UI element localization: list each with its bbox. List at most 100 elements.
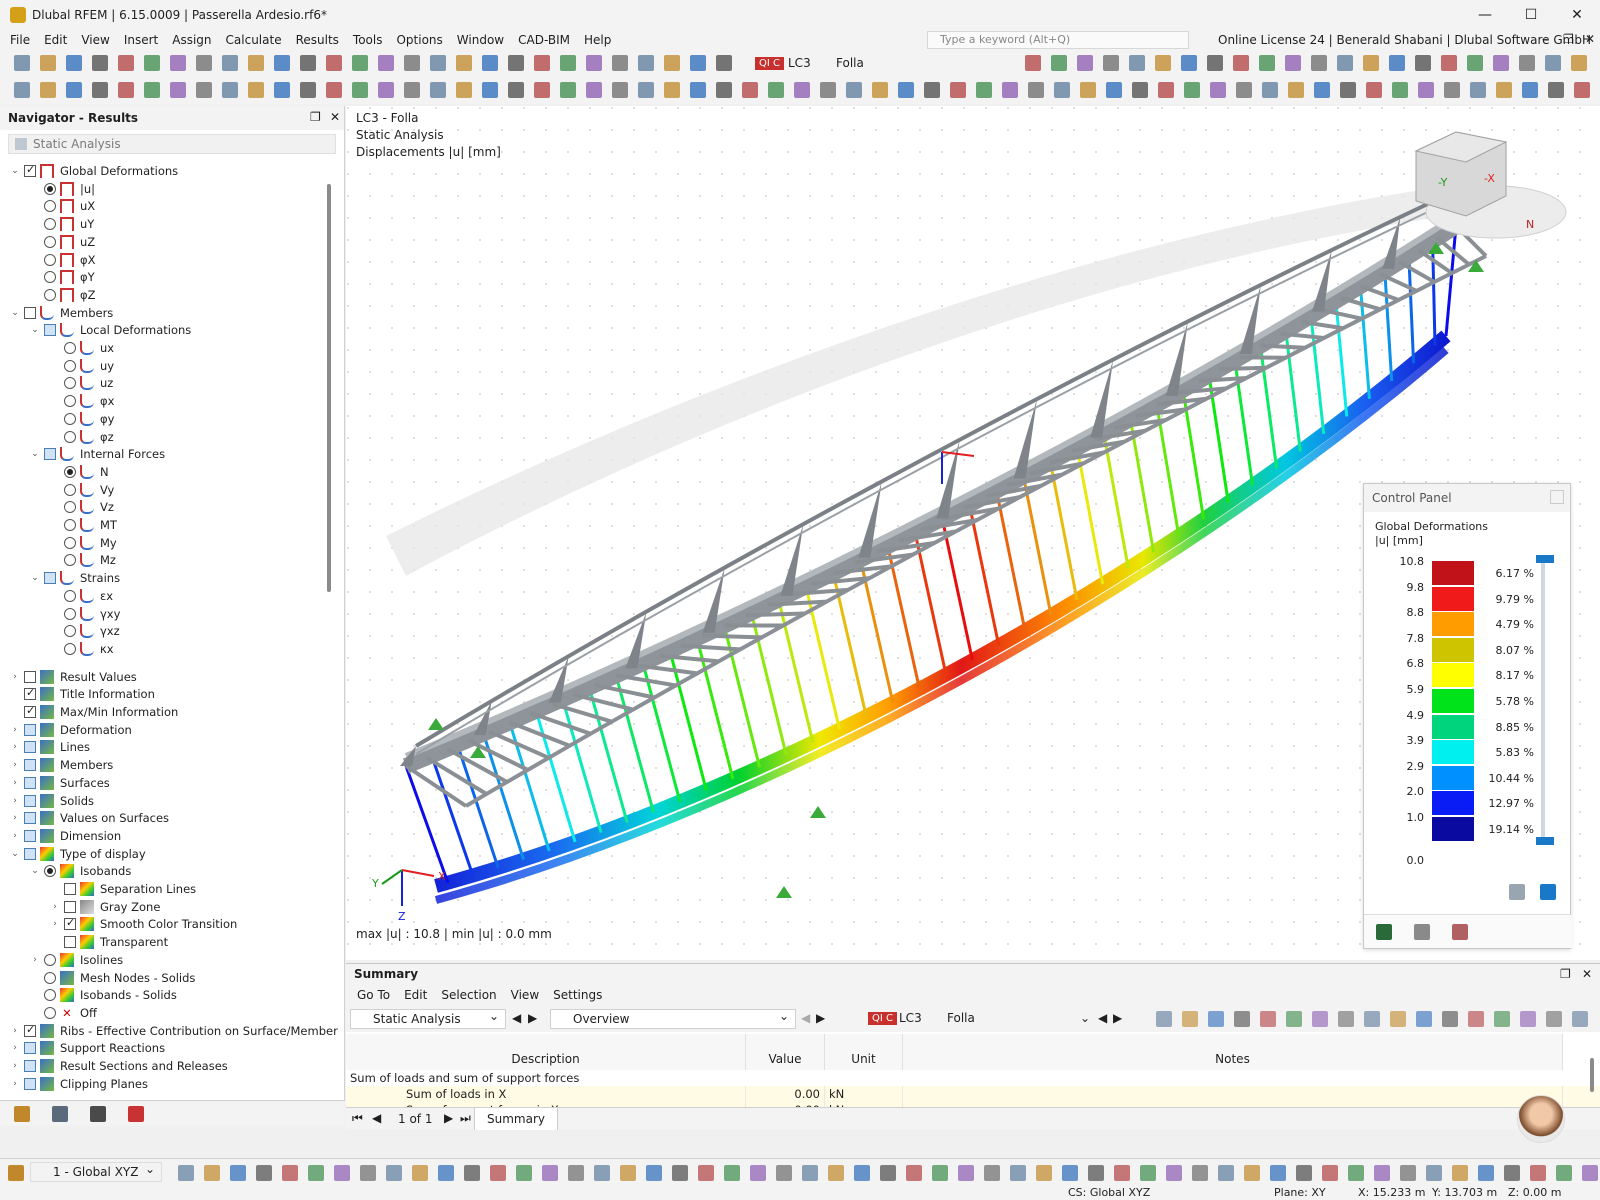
toolbar-tool-icon[interactable] [1363, 55, 1379, 71]
bottom-tool-icon[interactable] [1036, 1165, 1052, 1181]
nav-tree-item[interactable]: › Isolines [30, 951, 123, 969]
toolbar-tool-icon[interactable] [1467, 55, 1483, 71]
first-page-icon[interactable]: ⏮ [352, 1111, 363, 1126]
summary-menu-goto[interactable]: Go To [350, 988, 397, 1002]
checkbox[interactable] [64, 916, 76, 931]
bottom-tool-icon[interactable] [1088, 1165, 1104, 1181]
toolbar-tool-icon[interactable] [820, 82, 836, 98]
summary-table-select[interactable]: Overview [550, 1009, 796, 1029]
toolbar-tool-icon[interactable] [92, 82, 108, 98]
bottom-tool-icon[interactable] [828, 1165, 844, 1181]
bottom-tool-icon[interactable] [1270, 1165, 1286, 1181]
table-row[interactable]: Sum of loads in X 0.00 kN [346, 1086, 1600, 1102]
expand-icon[interactable]: › [10, 831, 20, 841]
bottom-tool-icon[interactable] [1322, 1165, 1338, 1181]
toolbar-tool-icon[interactable] [976, 82, 992, 98]
toolbar-tool-icon[interactable] [92, 55, 108, 71]
collapse-icon[interactable]: ⌄ [30, 449, 40, 459]
radio-button[interactable] [44, 971, 56, 984]
nav-tree-item[interactable]: › Ribs - Effective Contribution on Surfac… [10, 1022, 338, 1040]
toolbar-tool-icon[interactable] [1080, 82, 1096, 98]
nav-tree-item[interactable]: Vy [50, 481, 114, 499]
summary-tool-icon[interactable] [1234, 1011, 1250, 1027]
toolbar-tool-icon[interactable] [1259, 55, 1275, 71]
toolbar-tool-icon[interactable] [1028, 82, 1044, 98]
navigator-scrollbar[interactable] [327, 184, 331, 592]
menu-results[interactable]: Results [289, 33, 346, 47]
toolbar-tool-icon[interactable] [14, 82, 30, 98]
bottom-tool-icon[interactable] [412, 1165, 428, 1181]
load-case-name[interactable]: Folla [836, 56, 864, 70]
toolbar-tool-icon[interactable] [1571, 55, 1587, 71]
menu-file[interactable]: File [0, 33, 37, 47]
nav-tree-item[interactable]: › Solids [10, 792, 94, 810]
toolbar-tool-icon[interactable] [1285, 55, 1301, 71]
bottom-tool-icon[interactable] [958, 1165, 974, 1181]
toolbar-tool-icon[interactable] [1025, 55, 1041, 71]
bottom-tool-icon[interactable] [1400, 1165, 1416, 1181]
checkbox[interactable] [64, 883, 76, 895]
legend-slider-min-handle[interactable] [1536, 837, 1554, 845]
nav-tree-item[interactable]: φZ [30, 286, 95, 304]
expand-icon[interactable]: › [10, 778, 20, 788]
nav-tree-item[interactable]: uX [30, 197, 95, 215]
radio-button[interactable] [44, 182, 56, 195]
bottom-tool-icon[interactable] [516, 1165, 532, 1181]
toolbar-tool-icon[interactable] [352, 82, 368, 98]
toolbar-tool-icon[interactable] [1340, 82, 1356, 98]
menu-view[interactable]: View [74, 33, 116, 47]
checkbox[interactable] [24, 759, 36, 772]
bottom-tool-icon[interactable] [854, 1165, 870, 1181]
nav-tree-item[interactable]: Transparent [50, 933, 168, 951]
summary-tool-icon[interactable] [1156, 1011, 1172, 1027]
bottom-tool-icon[interactable] [1556, 1165, 1572, 1181]
nav-tree-item[interactable]: MT [50, 516, 117, 534]
summary-tool-icon[interactable] [1338, 1011, 1354, 1027]
toolbar-tool-icon[interactable] [1158, 82, 1174, 98]
bottom-tool-icon[interactable] [1478, 1165, 1494, 1181]
summary-tool-icon[interactable] [1390, 1011, 1406, 1027]
bottom-tool-icon[interactable] [490, 1165, 506, 1181]
radio-button[interactable] [64, 536, 76, 549]
toolbar-tool-icon[interactable] [508, 55, 524, 71]
toolbar-tool-icon[interactable] [1496, 82, 1512, 98]
toolbar-tool-icon[interactable] [1077, 55, 1093, 71]
nav-tree-item[interactable]: › Smooth Color Transition [50, 915, 237, 933]
nav-tree-item[interactable]: › Gray Zone [50, 898, 160, 916]
toolbar-tool-icon[interactable] [482, 55, 498, 71]
summary-next-lc-icon[interactable]: ▶ [1113, 1011, 1122, 1025]
summary-tool-icon[interactable] [1572, 1011, 1588, 1027]
cp-legend-tab-icon[interactable] [1376, 924, 1392, 940]
nav-tree-item[interactable]: φY [30, 268, 95, 286]
toolbar-tool-icon[interactable] [300, 55, 316, 71]
toolbar-tool-icon[interactable] [1236, 82, 1252, 98]
menu-assign[interactable]: Assign [165, 33, 218, 47]
radio-button[interactable] [44, 288, 56, 301]
nav-tree-item[interactable]: Max/Min Information [10, 703, 178, 721]
bottom-tool-icon[interactable] [1166, 1165, 1182, 1181]
toolbar-tool-icon[interactable] [456, 55, 472, 71]
bottom-tool-icon[interactable] [230, 1165, 246, 1181]
collapse-icon[interactable]: ⌄ [30, 573, 40, 583]
navigator-close-icon[interactable]: ✕ [330, 110, 340, 124]
radio-button[interactable] [64, 642, 76, 655]
summary-tool-icon[interactable] [1494, 1011, 1510, 1027]
toolbar-tool-icon[interactable] [1545, 55, 1561, 71]
checkbox[interactable] [44, 572, 56, 585]
toolbar-tool-icon[interactable] [1207, 55, 1223, 71]
minimize-button[interactable]: — [1462, 0, 1508, 30]
toolbar-tool-icon[interactable] [1415, 55, 1431, 71]
summary-tool-icon[interactable] [1520, 1011, 1536, 1027]
toolbar-tool-icon[interactable] [274, 55, 290, 71]
toolbar-tool-icon[interactable] [118, 82, 134, 98]
checkbox[interactable] [24, 1077, 36, 1090]
radio-button[interactable] [44, 953, 56, 966]
toolbar-tool-icon[interactable] [924, 82, 940, 98]
menu-help[interactable]: Help [577, 33, 618, 47]
toolbar-tool-icon[interactable] [430, 82, 446, 98]
checkbox[interactable] [24, 847, 36, 860]
radio-button[interactable] [64, 430, 76, 443]
toolbar-tool-icon[interactable] [14, 55, 30, 71]
expand-icon[interactable]: › [10, 1026, 20, 1036]
bottom-tool-icon[interactable] [178, 1165, 194, 1181]
